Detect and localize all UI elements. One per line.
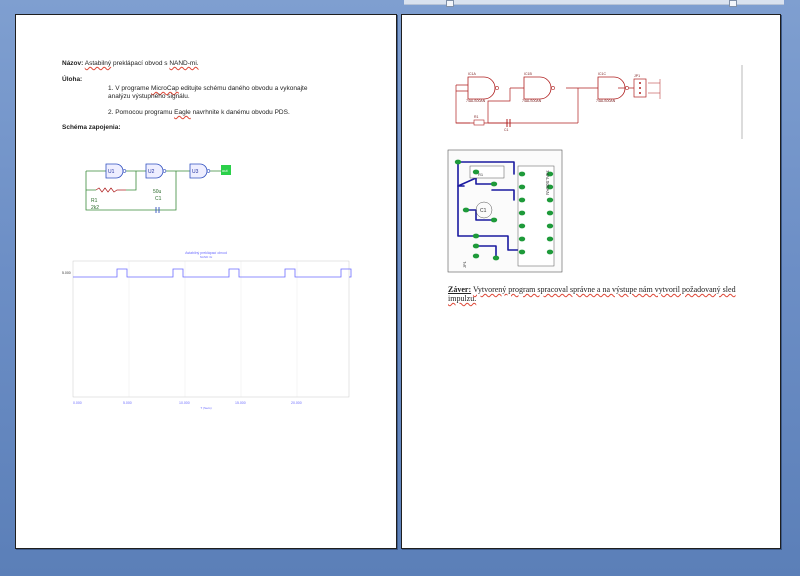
- plot-area: [72, 260, 350, 398]
- c-label: C1: [155, 196, 162, 202]
- title-label: Názov:: [62, 60, 84, 67]
- connector-jp1: JP1: [633, 74, 647, 98]
- y-axis-tick: 5.000: [62, 271, 71, 275]
- schematic-diagram: U1 U2 U3 out R1 2k2 C1 50u: [85, 163, 231, 213]
- gate-part: 74ALS00AN: [466, 99, 486, 103]
- gate-ic1a: [467, 76, 499, 100]
- task-1-word: MicroCap: [151, 85, 179, 92]
- document-page-2[interactable]: IC1A 74ALS00AN IC1B 74ALS00AN IC1C 74ALS…: [401, 14, 781, 549]
- gate-label: U2: [148, 169, 155, 175]
- pcb-pad: [472, 243, 480, 249]
- conclusion-line-2: impulzu.: [448, 294, 477, 303]
- ruler-marker[interactable]: [446, 0, 454, 7]
- pcb-pad: [492, 255, 500, 261]
- pcb-pad: [546, 249, 554, 255]
- c-value: 50u: [153, 189, 162, 195]
- cap-silkscreen: C1: [480, 208, 487, 214]
- pcb-pad: [546, 197, 554, 203]
- gate-part: 74ALS00AN: [522, 99, 542, 103]
- r-label: R1: [474, 115, 479, 119]
- pcb-pad: [546, 236, 554, 242]
- jp-silkscreen: JP1: [462, 260, 467, 268]
- pcb-pad: [490, 181, 498, 187]
- gate-part: 74ALS00AN: [596, 99, 616, 103]
- r-label: R1: [91, 198, 98, 204]
- resistor-r1: [473, 119, 485, 126]
- ruler-strip: [404, 0, 784, 7]
- document-page-1[interactable]: Názov: Astabilný preklápací obvod s NAND…: [15, 14, 397, 549]
- output-signal-graph: Astabilný preklápací obvod NAND 3x 5.000…: [62, 251, 352, 410]
- ic-silkscreen: 74ALS00AN: [545, 170, 550, 195]
- x-tick: 15.000: [235, 401, 246, 405]
- task-2-word: Eagle: [174, 109, 191, 116]
- pcb-pad: [518, 184, 526, 190]
- res-silkscreen: R1: [478, 172, 484, 177]
- x-axis-label: T (Secs): [200, 406, 211, 410]
- ruler-marker[interactable]: [729, 0, 737, 7]
- task-2-text: navrhnite k danému obvodu PDS.: [192, 109, 290, 116]
- c-label: C1: [504, 128, 509, 132]
- resistor-r1: [95, 187, 126, 193]
- task-2-text: 2. Pomocou programu: [108, 109, 173, 116]
- gate-label: IC1C: [598, 72, 606, 76]
- pcb-pad: [546, 223, 554, 229]
- pcb-pad: [518, 210, 526, 216]
- conclusion: Záver: Vytvorený program spracoval správ…: [448, 285, 736, 294]
- pcb-pad: [472, 253, 480, 259]
- x-tick: 5.000: [123, 401, 132, 405]
- pcb-pad: [518, 236, 526, 242]
- task-1-text: editujte schému daného obvodu a vykonajt…: [180, 85, 308, 92]
- eagle-schematic: IC1A 74ALS00AN IC1B 74ALS00AN IC1C 74ALS…: [455, 65, 743, 139]
- gate-label: U1: [108, 169, 115, 175]
- x-tick: 20.000: [291, 401, 302, 405]
- schematic-heading: Schéma zapojenia:: [62, 124, 121, 131]
- title-word: NAND-mi.: [169, 60, 199, 67]
- gate-label: U3: [192, 169, 199, 175]
- connector-label: JP1: [634, 74, 640, 78]
- task-1-line-2: analýzu výstupného signálu.: [108, 93, 190, 100]
- gate-label: IC1B: [524, 72, 532, 76]
- x-tick: 0.000: [73, 401, 82, 405]
- conclusion-text: Vytvorený program spracoval správne a na…: [472, 285, 736, 294]
- pcb-pad: [490, 217, 498, 223]
- pcb-pad: [546, 210, 554, 216]
- task-1-text: 1. V programe: [108, 85, 150, 92]
- pcb-pad: [518, 249, 526, 255]
- pcb-pad: [518, 223, 526, 229]
- title-text: preklápací obvod s: [112, 60, 168, 67]
- title-word: Astabilný: [84, 60, 112, 67]
- graph-subtitle: NAND 3x: [200, 255, 213, 259]
- pcb-layout: 74ALS00AN C1 R1 JP1: [447, 149, 563, 273]
- title-line: Názov: Astabilný preklápací obvod s NAND…: [62, 59, 199, 68]
- pcb-pad: [462, 207, 470, 213]
- output-label: out: [222, 168, 228, 173]
- task-heading: Úloha:: [62, 76, 83, 83]
- gate-ic1b: [523, 76, 555, 100]
- r-value: 2k2: [91, 205, 99, 211]
- gate-label: IC1A: [468, 72, 476, 76]
- pcb-pad: [518, 171, 526, 177]
- x-axis-ticks: 0.000 5.000 10.000 15.000 20.000: [73, 401, 302, 405]
- x-tick: 10.000: [179, 401, 190, 405]
- pcb-pad: [472, 233, 480, 239]
- pcb-pad: [518, 197, 526, 203]
- pcb-pad: [454, 159, 462, 165]
- task-2: 2. Pomocou programu Eagle navrhnite k da…: [108, 108, 290, 117]
- conclusion-label: Záver:: [448, 285, 472, 294]
